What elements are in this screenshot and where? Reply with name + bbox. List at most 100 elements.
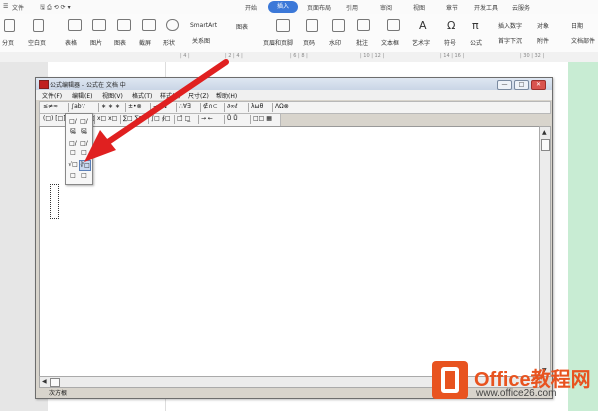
eq-menu-style[interactable]: 样式(S) (160, 91, 181, 100)
screenshot-icon (142, 19, 156, 31)
ribbon-date[interactable]: 日期 (571, 21, 583, 30)
scroll-thumb[interactable] (541, 139, 550, 151)
ribbon-relation[interactable]: 关系图 (192, 36, 210, 45)
watermark-icon (332, 19, 345, 32)
template-arrows[interactable]: → ← (201, 115, 213, 122)
wordart-icon: A (419, 19, 427, 32)
ribbon-picture[interactable]: 图片 (90, 38, 102, 47)
template-fences[interactable]: (□) [□] (43, 115, 66, 122)
palette-slash-full[interactable]: % (68, 128, 78, 137)
eq-titlebar[interactable]: 公式编辑器 - 公式在 文档 中 — □ ✕ (36, 78, 552, 90)
tab-references[interactable]: 引用 (346, 3, 358, 12)
hamburger-icon[interactable]: ☰ (3, 3, 8, 10)
ribbon-blank-page[interactable]: 空白页 (28, 38, 46, 47)
close-button[interactable]: ✕ (531, 80, 546, 90)
app-menubar: ☰ 文件 🖫 ⎙ ⟲ ⟳ ▾ 开始 插入 页面布局 引用 审阅 视图 章节 开发… (0, 0, 598, 14)
symbol-group-operators[interactable]: ±•⊗ (128, 103, 142, 110)
palette-fraction-small[interactable]: □/□ (79, 117, 89, 134)
symbol-group-embellish[interactable]: ∗ ∗ ∗ (101, 103, 120, 110)
tab-cloud[interactable]: 云服务 (512, 3, 530, 12)
ribbon-formula[interactable]: 公式 (470, 38, 482, 47)
picture-icon (92, 19, 106, 31)
tab-section[interactable]: 章节 (446, 3, 458, 12)
ribbon-chart-small[interactable]: 图表 (236, 22, 248, 31)
ribbon-page-break[interactable]: 分页 (2, 38, 14, 47)
palette-slash-small[interactable]: % (79, 128, 89, 137)
ribbon-attachment[interactable]: 附件 (537, 36, 549, 45)
scroll-left-icon[interactable]: ◀ (42, 378, 47, 385)
ribbon-doc-parts[interactable]: 文档部件 (571, 36, 595, 45)
symbol-group-logic[interactable]: ∴∀∃ (179, 103, 191, 110)
symbol-group-greek-upper[interactable]: ΛΩ⊗ (275, 103, 289, 110)
minimize-button[interactable]: — (497, 80, 512, 90)
ribbon-insert-number[interactable]: 插入数字 (498, 21, 522, 30)
tab-insert[interactable]: 插入 (268, 1, 298, 13)
symbol-group-misc[interactable]: ∂∞ℓ (227, 103, 238, 110)
ribbon-table[interactable]: 表格 (65, 38, 77, 47)
palette-square-root[interactable]: √□ (68, 160, 78, 169)
symbol-group-greek-lower[interactable]: λωθ (251, 103, 263, 110)
tab-view[interactable]: 视图 (413, 3, 425, 12)
template-integrals[interactable]: ∫□ ∮□ (151, 115, 171, 122)
tab-developer[interactable]: 开发工具 (474, 3, 498, 12)
ribbon-dropcap[interactable]: 首字下沉 (498, 36, 522, 45)
workspace-right (568, 62, 598, 411)
office-logo-icon (432, 361, 468, 399)
ribbon-textbox[interactable]: 文本框 (381, 38, 399, 47)
eq-menu-format[interactable]: 格式(T) (132, 91, 152, 100)
palette-fraction-alt2[interactable]: □/□ (79, 139, 89, 156)
ribbon-object[interactable]: 对象 (537, 21, 549, 30)
equation-canvas[interactable] (39, 126, 540, 377)
file-menu[interactable]: 文件 (12, 3, 24, 12)
maximize-button[interactable]: □ (514, 80, 529, 90)
eq-app-icon (39, 80, 49, 89)
equation-editor-window: 公式编辑器 - 公式在 文档 中 — □ ✕ 文件(F) 编辑(E) 视图(V)… (35, 77, 553, 399)
tab-page-layout[interactable]: 页面布局 (307, 3, 331, 12)
palette-nth-root[interactable]: ∛□ (79, 160, 91, 171)
eq-menu-view[interactable]: 视图(V) (102, 91, 123, 100)
status-text: 次方根 (49, 390, 68, 397)
symbol-icon: Ω (447, 19, 456, 32)
symbol-group-arrows[interactable]: →⇔↓ (153, 103, 168, 110)
template-matrices[interactable]: □□ ▦ (253, 115, 272, 122)
palette-long-division[interactable]: □ (68, 171, 78, 180)
vertical-scrollbar[interactable]: ▲ ▼ (539, 126, 551, 377)
eq-menu-help[interactable]: 帮助(H) (216, 91, 237, 100)
eq-menu-file[interactable]: 文件(F) (42, 91, 62, 100)
hscroll-thumb[interactable] (50, 378, 60, 387)
ribbon-smartart[interactable]: SmartArt (190, 22, 217, 29)
scroll-up-icon[interactable]: ▲ (542, 129, 547, 136)
ribbon-chart[interactable]: 图表 (114, 38, 126, 47)
chart-icon (117, 19, 131, 31)
eq-menu-size[interactable]: 尺寸(Z) (188, 91, 209, 100)
ribbon-shape[interactable]: 形状 (163, 38, 175, 47)
eq-menu-edit[interactable]: 编辑(E) (72, 91, 92, 100)
template-products[interactable]: Ů Ů (227, 115, 238, 122)
eq-title: 公式编辑器 - 公式在 文档 中 (50, 82, 126, 89)
ribbon-watermark[interactable]: 水印 (329, 38, 341, 47)
ribbon-page-number[interactable]: 页码 (303, 38, 315, 47)
ribbon-symbol[interactable]: 符号 (444, 38, 456, 47)
palette-fraction-full[interactable]: □/□ (68, 117, 78, 134)
equation-slot[interactable] (50, 184, 59, 219)
table-icon (68, 19, 82, 31)
ribbon-comment[interactable]: 批注 (356, 38, 368, 47)
tab-home[interactable]: 开始 (245, 3, 257, 12)
tab-review[interactable]: 审阅 (380, 3, 392, 12)
palette-fraction-alt[interactable]: □/□ (68, 139, 78, 156)
ribbon-header-footer[interactable]: 页眉和页脚 (263, 38, 293, 47)
ribbon-wordart[interactable]: 艺术字 (412, 38, 430, 47)
ribbon-screenshot[interactable]: 截屏 (139, 38, 151, 47)
watermark: Office教程网 www.office26.com (432, 361, 592, 407)
symbol-group-spaces[interactable]: ∫ab∵ (71, 103, 85, 110)
template-bars[interactable]: □̄ □̲ (177, 115, 190, 122)
template-scripts[interactable]: x□ x□ (97, 115, 117, 122)
blank-page-icon (33, 19, 44, 32)
palette-long-division-alt[interactable]: □ (79, 171, 89, 180)
comment-icon (357, 19, 370, 31)
symbol-group-sets[interactable]: ∉∩⊂ (203, 103, 218, 110)
quick-toolbar-icons[interactable]: 🖫 ⎙ ⟲ ⟳ ▾ (40, 3, 71, 13)
symbol-group-relations[interactable]: ≤≠≈ (43, 103, 58, 110)
template-summation[interactable]: ∑□ ∑□ (123, 115, 144, 122)
eq-menubar: 文件(F) 编辑(E) 视图(V) 格式(T) 样式(S) 尺寸(Z) 帮助(H… (36, 90, 552, 100)
